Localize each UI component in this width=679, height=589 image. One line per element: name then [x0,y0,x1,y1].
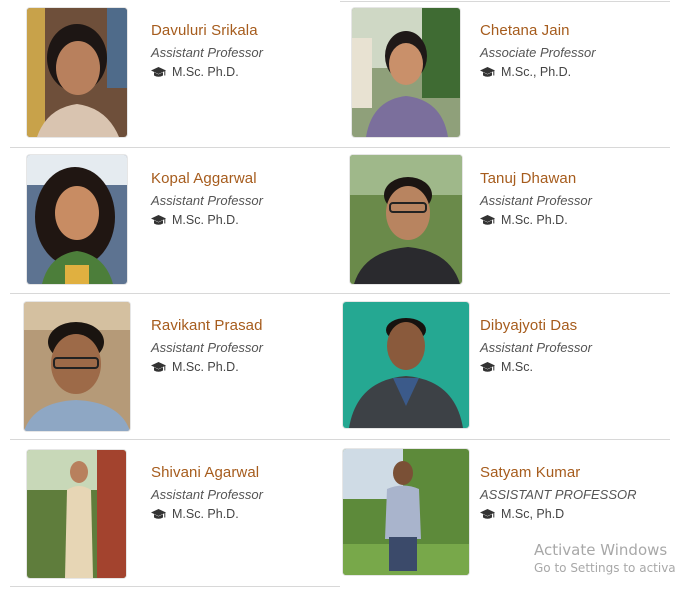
faculty-name[interactable]: Tanuj Dhawan [480,170,592,187]
faculty-degree: M.Sc. Ph.D. [151,65,263,79]
faculty-photo[interactable] [27,155,127,284]
faculty-name[interactable]: Satyam Kumar [480,464,637,481]
faculty-degree: M.Sc, Ph.D [480,507,637,521]
faculty-degree: M.Sc. Ph.D. [151,213,263,227]
faculty-degree-text: M.Sc., Ph.D. [501,65,572,79]
faculty-name[interactable]: Chetana Jain [480,22,596,39]
row-divider [340,1,670,2]
faculty-photo[interactable] [343,302,469,428]
faculty-degree-text: M.Sc. [501,360,533,374]
faculty-grid: Davuluri Srikala Assistant Professor M.S… [0,0,679,589]
faculty-title: Assistant Professor [151,340,263,355]
faculty-degree: M.Sc. Ph.D. [480,213,592,227]
row-divider [340,147,670,148]
faculty-degree-text: M.Sc. Ph.D. [172,360,239,374]
faculty-degree: M.Sc. Ph.D. [151,360,263,374]
faculty-degree-text: M.Sc. Ph.D. [172,65,239,79]
graduation-cap-icon [151,214,166,226]
faculty-title: Assistant Professor [480,340,592,355]
faculty-degree: M.Sc. [480,360,592,374]
faculty-photo[interactable] [27,450,126,578]
graduation-cap-icon [151,508,166,520]
row-divider [10,439,340,440]
faculty-photo[interactable] [24,302,130,431]
faculty-name[interactable]: Shivani Agarwal [151,464,263,481]
row-divider [340,439,670,440]
faculty-degree-text: M.Sc. Ph.D. [172,213,239,227]
graduation-cap-icon [151,361,166,373]
graduation-cap-icon [480,508,495,520]
row-divider [10,293,340,294]
faculty-photo[interactable] [343,449,469,575]
row-divider [10,586,340,587]
faculty-degree-text: M.Sc. Ph.D. [501,213,568,227]
row-divider [10,147,340,148]
graduation-cap-icon [480,66,495,78]
faculty-name[interactable]: Kopal Aggarwal [151,170,263,187]
faculty-photo[interactable] [352,8,460,137]
graduation-cap-icon [151,66,166,78]
faculty-photo[interactable] [350,155,462,284]
faculty-degree-text: M.Sc. Ph.D. [172,507,239,521]
faculty-title: Assistant Professor [151,487,263,502]
faculty-title: Assistant Professor [151,193,263,208]
faculty-degree: M.Sc., Ph.D. [480,65,596,79]
faculty-title: Assistant Professor [480,193,592,208]
watermark-subtitle: Go to Settings to activa [534,561,676,575]
faculty-photo[interactable] [27,8,127,137]
faculty-name[interactable]: Ravikant Prasad [151,317,263,334]
faculty-degree: M.Sc. Ph.D. [151,507,263,521]
graduation-cap-icon [480,361,495,373]
faculty-name[interactable]: Dibyajyoti Das [480,317,592,334]
windows-activation-watermark: Activate Windows Go to Settings to activ… [534,541,679,575]
row-divider [340,293,670,294]
graduation-cap-icon [480,214,495,226]
faculty-title: ASSISTANT PROFESSOR [480,487,637,502]
faculty-degree-text: M.Sc, Ph.D [501,507,565,521]
faculty-title: Assistant Professor [151,45,263,60]
faculty-title: Associate Professor [480,45,596,60]
faculty-name[interactable]: Davuluri Srikala [151,22,263,39]
watermark-title: Activate Windows [534,541,668,559]
